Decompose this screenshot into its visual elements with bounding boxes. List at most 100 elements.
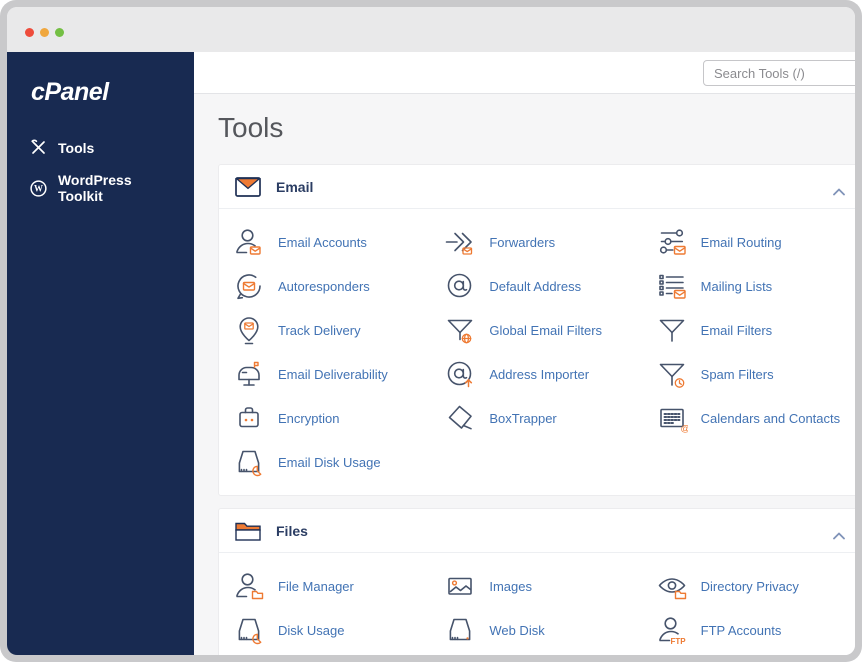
tool-item-label: FTP Accounts <box>700 622 782 638</box>
section-panel-email: Email Email Accounts Forwarders Email Routi… <box>218 164 855 496</box>
svg-text:W: W <box>34 183 43 193</box>
section-header-email[interactable]: Email <box>219 165 855 209</box>
autoresponders-icon <box>233 270 265 302</box>
svg-text:FTP: FTP <box>670 637 686 646</box>
tool-item-boxtrapper[interactable]: BoxTrapper <box>434 396 645 440</box>
tool-item-images[interactable]: Images <box>434 564 645 608</box>
file-manager-icon <box>233 570 265 602</box>
chevron-up-icon[interactable] <box>833 527 845 539</box>
wordpress-icon: W <box>30 179 47 197</box>
app-window: cPanel Tools W WordPress Toolkit Tools E… <box>7 7 855 655</box>
tool-item-label: Calendars and Contacts <box>700 410 841 426</box>
sidebar-item-tools[interactable]: Tools <box>7 131 194 164</box>
tool-item-label: Autoresponders <box>278 278 370 294</box>
default-address-icon <box>444 270 476 302</box>
email-disk-usage-icon <box>233 446 265 478</box>
tool-item-label: File Manager <box>278 578 354 594</box>
tool-item-spam-filters[interactable]: Spam Filters <box>646 352 855 396</box>
email-accounts-icon <box>233 226 265 258</box>
tool-item-encryption[interactable]: Encryption <box>223 396 434 440</box>
tool-item-label: Email Routing <box>700 234 782 250</box>
tool-item-label: Directory Privacy <box>700 578 799 594</box>
email-section-icon <box>235 176 261 197</box>
tool-item-forwarders[interactable]: Forwarders <box>434 220 645 264</box>
tool-item-web-disk[interactable]: Web Disk <box>434 608 645 652</box>
section-title: Files <box>276 522 308 539</box>
directory-privacy-icon <box>656 570 688 602</box>
section-panel-files: Files File Manager Images Directory Privacy… <box>218 508 855 655</box>
mailing-lists-icon <box>656 270 688 302</box>
ftp-accounts-icon: FTP <box>656 614 688 646</box>
minimize-window-button[interactable] <box>40 28 49 37</box>
tool-item-label: Address Importer <box>489 366 590 382</box>
search-input[interactable] <box>703 60 855 86</box>
tool-item-label: Default Address <box>489 278 582 294</box>
window-titlebar <box>7 7 855 52</box>
files-section-icon <box>235 521 261 541</box>
spam-filters-icon <box>656 358 688 390</box>
tool-item-address-importer[interactable]: Address Importer <box>434 352 645 396</box>
tool-item-email-filters[interactable]: Email Filters <box>646 308 855 352</box>
tool-item-email-accounts[interactable]: Email Accounts <box>223 220 434 264</box>
tool-item-ftp-accounts[interactable]: FTP FTP Accounts <box>646 608 855 652</box>
track-delivery-icon <box>233 314 265 346</box>
section-header-files[interactable]: Files <box>219 509 855 553</box>
boxtrapper-icon <box>444 402 476 434</box>
address-importer-icon <box>444 358 476 390</box>
global-email-filters-icon <box>444 314 476 346</box>
disk-usage-icon <box>233 614 265 646</box>
main-content: Tools Email Email Accounts Forwarders Email… <box>194 94 855 655</box>
tools-icon <box>30 139 47 156</box>
tool-item-email-disk-usage[interactable]: Email Disk Usage <box>223 440 434 484</box>
tool-item-label: Encryption <box>278 410 340 426</box>
tool-grid: File Manager Images Directory Privacy Disk … <box>219 553 855 655</box>
tool-item-label: Web Disk <box>489 622 545 638</box>
tool-item-label: Email Accounts <box>278 234 367 250</box>
tool-grid: Email Accounts Forwarders Email Routing Aut… <box>219 209 855 495</box>
tool-item-default-address[interactable]: Default Address <box>434 264 645 308</box>
tool-item-label: Global Email Filters <box>489 322 603 338</box>
tool-item-label: Email Filters <box>700 322 773 338</box>
tool-item-label: Forwarders <box>489 234 556 250</box>
tool-item-label: BoxTrapper <box>489 410 557 426</box>
tool-item-label: Email Deliverability <box>278 366 388 382</box>
traffic-lights <box>25 28 64 37</box>
tool-item-mailing-lists[interactable]: Mailing Lists <box>646 264 855 308</box>
sections-container: Email Email Accounts Forwarders Email Routi… <box>194 164 855 655</box>
tool-item-label: Track Delivery <box>278 322 361 338</box>
tool-item-directory-privacy[interactable]: Directory Privacy <box>646 564 855 608</box>
email-deliverability-icon <box>233 358 265 390</box>
tool-item-disk-usage[interactable]: Disk Usage <box>223 608 434 652</box>
zoom-window-button[interactable] <box>55 28 64 37</box>
tool-item-email-deliverability[interactable]: Email Deliverability <box>223 352 434 396</box>
window-frame: cPanel Tools W WordPress Toolkit Tools E… <box>0 0 862 662</box>
tool-item-email-routing[interactable]: Email Routing <box>646 220 855 264</box>
tool-item-label: Spam Filters <box>700 366 774 382</box>
tool-item-calendars-and-contacts[interactable]: @ Calendars and Contacts <box>646 396 855 440</box>
app-header <box>194 52 855 94</box>
tool-item-label: Mailing Lists <box>700 278 773 294</box>
encryption-icon <box>233 402 265 434</box>
sidebar-item-label: Tools <box>58 139 95 156</box>
page-title: Tools <box>218 112 284 143</box>
tool-item-file-manager[interactable]: File Manager <box>223 564 434 608</box>
tool-item-label: Email Disk Usage <box>278 454 381 470</box>
calendars-contacts-icon: @ <box>656 402 688 434</box>
tool-item-global-email-filters[interactable]: Global Email Filters <box>434 308 645 352</box>
forwarders-icon <box>444 226 476 258</box>
tool-item-track-delivery[interactable]: Track Delivery <box>223 308 434 352</box>
section-title: Email <box>276 178 314 195</box>
tool-item-label: Images <box>489 578 532 594</box>
cpanel-logo: cPanel <box>31 78 109 106</box>
sidebar-item-label: WordPress Toolkit <box>57 172 132 204</box>
email-filters-icon <box>656 314 688 346</box>
images-icon <box>444 570 476 602</box>
sidebar: cPanel Tools W WordPress Toolkit <box>7 52 194 655</box>
svg-text:@: @ <box>680 424 688 435</box>
web-disk-icon <box>444 614 476 646</box>
tool-item-autoresponders[interactable]: Autoresponders <box>223 264 434 308</box>
close-window-button[interactable] <box>25 28 34 37</box>
tool-item-label: Disk Usage <box>278 622 345 638</box>
chevron-up-icon[interactable] <box>833 183 845 195</box>
sidebar-item-wordpress-toolkit[interactable]: W WordPress Toolkit <box>7 164 194 212</box>
